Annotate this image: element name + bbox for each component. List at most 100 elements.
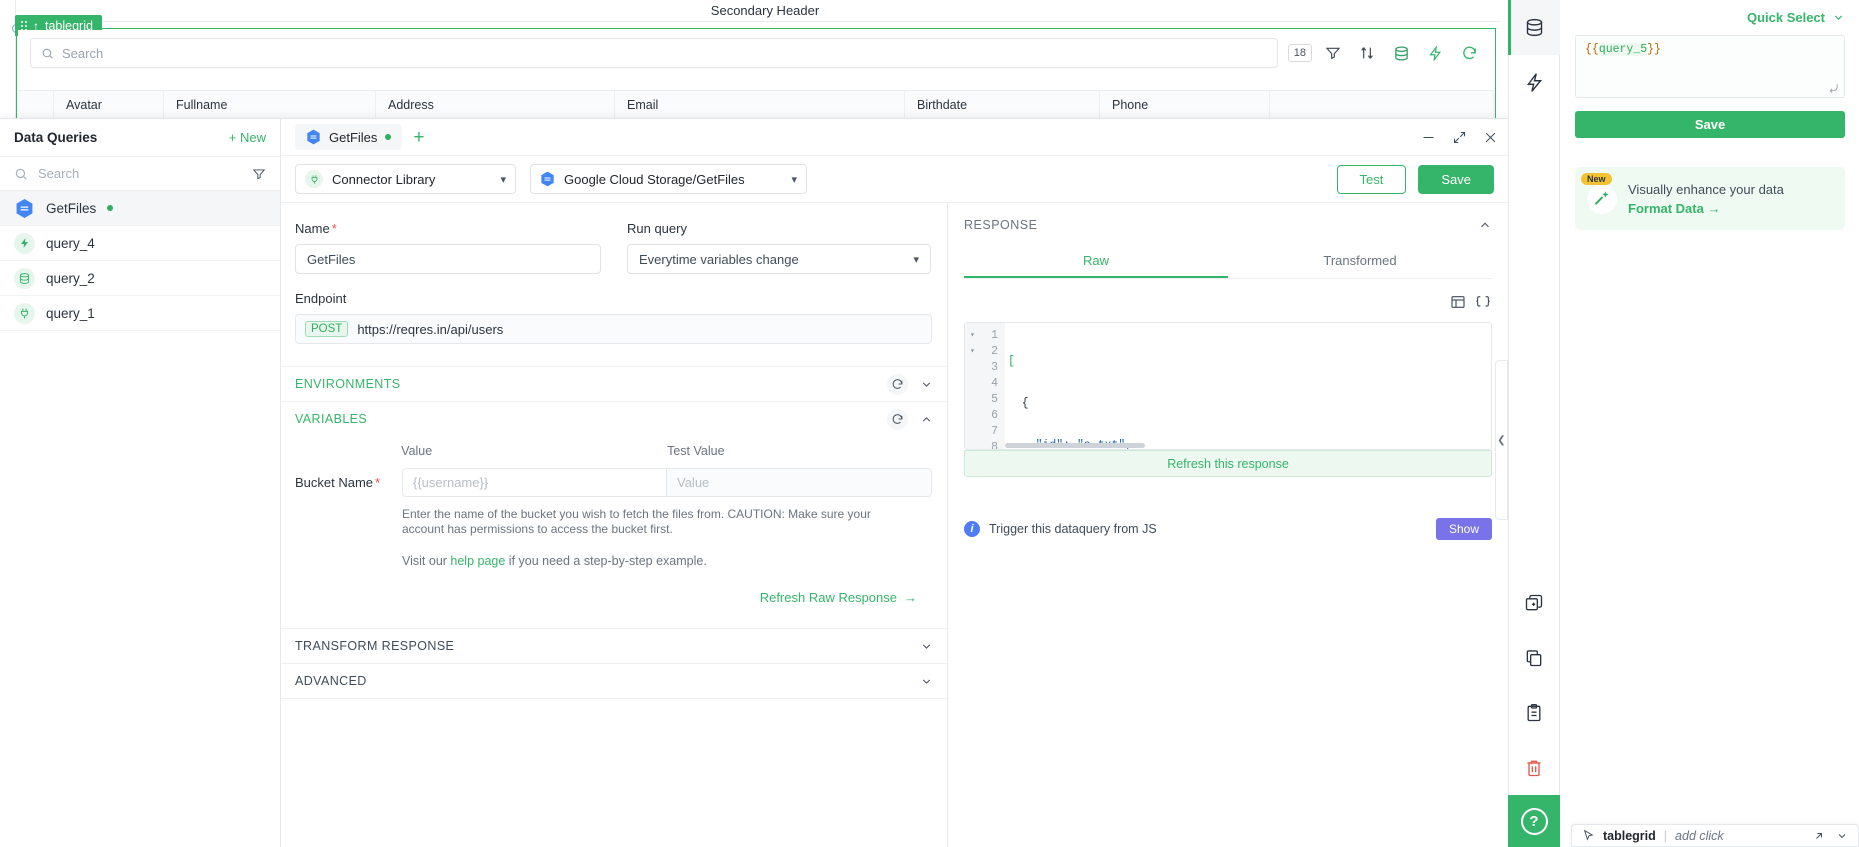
chevron-down-icon: ▾: [913, 253, 919, 266]
inspector-save-button[interactable]: Save: [1575, 111, 1845, 138]
editor-actions: Test Save: [1336, 164, 1494, 194]
paste-icon[interactable]: [1508, 685, 1560, 740]
close-icon[interactable]: [1483, 130, 1498, 145]
sidebar-item-query-1[interactable]: query_1: [0, 296, 280, 331]
filter-icon[interactable]: [1320, 40, 1346, 66]
database-icon: [14, 267, 35, 289]
database-icon[interactable]: [1388, 40, 1414, 66]
section-advanced[interactable]: ADVANCED: [281, 663, 947, 698]
column-header: Birthdate: [905, 91, 1100, 118]
column-header-empty: [1270, 91, 1494, 118]
section-title: TRANSFORM RESPONSE: [295, 639, 455, 654]
tablegrid-search-input[interactable]: Search: [30, 38, 1278, 68]
gutter-line: 6: [991, 409, 998, 422]
trash-icon[interactable]: [1508, 740, 1560, 795]
code-content: [ { "id": "a.txt", "name": "a.txt", "eta…: [1005, 323, 1491, 449]
new-query-button[interactable]: + New: [229, 130, 266, 145]
section-transform-response[interactable]: TRANSFORM RESPONSE: [281, 628, 947, 663]
response-code-viewer[interactable]: ▾1 ▾2 3 4 5 6 7 8 [ { "id":: [964, 322, 1492, 450]
connector-bar: Connector Library ▾ Google Cloud Storage…: [281, 156, 1508, 203]
pointer-icon: [1582, 829, 1595, 842]
add-tab-button[interactable]: +: [406, 128, 431, 147]
plug-icon: [14, 302, 35, 324]
open-external-icon[interactable]: [1813, 830, 1825, 842]
sidebar-item-label: query_4: [46, 235, 95, 251]
query-search-input[interactable]: Search: [38, 166, 242, 181]
panel-collapse-strip[interactable]: ❮: [1495, 360, 1508, 520]
query-manager-panel: Data Queries + New Search GetFiles query…: [0, 118, 1508, 847]
column-header: Avatar: [54, 91, 164, 118]
visit-prefix: Visit our: [402, 554, 451, 569]
quick-select-button[interactable]: Quick Select: [1575, 7, 1845, 27]
column-header: Email: [615, 91, 905, 118]
promo-title: Visually enhance your data: [1628, 181, 1784, 197]
run-query-select[interactable]: Everytime variables change ▾: [626, 244, 931, 274]
query-form: Name * GetFiles Run query Everytime varia…: [281, 203, 948, 847]
variables-header-spacer: [295, 444, 401, 458]
refresh-icon[interactable]: [887, 373, 908, 395]
section-actions: [887, 408, 933, 430]
chevron-down-icon[interactable]: [920, 378, 933, 391]
section-environments[interactable]: ENVIRONMENTS: [281, 366, 947, 401]
help-button[interactable]: ?: [1508, 795, 1560, 847]
chevron-down-icon[interactable]: [1836, 830, 1848, 842]
gutter-line: ▾ 2: [970, 344, 998, 360]
promo-card[interactable]: New Visually enhance your data Format Da…: [1575, 167, 1845, 230]
table-view-icon[interactable]: [1448, 292, 1467, 311]
lightning-icon[interactable]: [1422, 40, 1448, 66]
variables-header-row: Value Test Value: [295, 444, 933, 458]
endpoint-field-group: Endpoint POST https://reqres.in/api/user…: [295, 291, 932, 344]
help-page-link[interactable]: help page: [450, 554, 505, 568]
datasource-select[interactable]: Google Cloud Storage/GetFiles ▾: [530, 164, 807, 194]
name-input[interactable]: GetFiles: [295, 244, 601, 274]
refresh-raw-response-button[interactable]: Refresh Raw Response →: [295, 590, 933, 605]
tab-getfiles[interactable]: GetFiles: [295, 124, 403, 150]
component-event-bar[interactable]: tablegrid | add click: [1571, 824, 1859, 847]
fold-icon[interactable]: ▾: [970, 328, 975, 344]
expand-icon[interactable]: [1452, 130, 1467, 145]
bottom-bar-actions: [1813, 830, 1848, 842]
sidebar-item-getfiles[interactable]: GetFiles: [0, 191, 280, 226]
code-line: {: [1008, 397, 1029, 410]
code-line: [: [1008, 355, 1015, 368]
sidebar-item-query-4[interactable]: query_4: [0, 226, 280, 261]
tab-raw[interactable]: Raw: [964, 246, 1228, 278]
variable-value-input[interactable]: {{username}}: [402, 468, 667, 497]
expression-editor[interactable]: {{query_5}}: [1575, 35, 1845, 98]
test-button[interactable]: Test: [1336, 164, 1407, 194]
column-header: Fullname: [164, 91, 376, 118]
variables-table: Value Test Value Bucket Name * {{username…: [281, 436, 947, 605]
plug-icon: [305, 170, 323, 188]
connector-library-select[interactable]: Connector Library ▾: [295, 164, 516, 194]
database-icon[interactable]: [1508, 0, 1560, 55]
gutter-line: 4: [991, 377, 998, 390]
resize-handle-icon[interactable]: [1828, 82, 1839, 93]
chevron-up-icon[interactable]: [920, 413, 933, 426]
lightning-icon[interactable]: [1508, 55, 1560, 110]
refresh-icon[interactable]: [1456, 40, 1482, 66]
fold-icon[interactable]: ▾: [970, 344, 975, 360]
code-view-icon[interactable]: [1473, 292, 1492, 311]
sort-icon[interactable]: [1354, 40, 1380, 66]
filter-icon[interactable]: [252, 167, 266, 181]
chevron-up-icon[interactable]: [1478, 218, 1492, 232]
duplicate-add-icon[interactable]: [1508, 575, 1560, 630]
save-query-button[interactable]: Save: [1418, 164, 1494, 194]
variable-test-value-input[interactable]: Value: [667, 468, 932, 497]
format-data-link[interactable]: Format Data →: [1628, 201, 1784, 216]
copy-icon[interactable]: [1508, 630, 1560, 685]
sidebar-item-query-2[interactable]: query_2: [0, 261, 280, 296]
lower-sections: TRANSFORM RESPONSE ADVANCED: [281, 628, 947, 700]
tab-transformed[interactable]: Transformed: [1228, 246, 1492, 278]
section-variables[interactable]: VARIABLES: [281, 401, 947, 436]
show-button[interactable]: Show: [1435, 518, 1492, 540]
refresh-this-response-button[interactable]: Refresh this response: [964, 450, 1492, 477]
minimize-icon[interactable]: [1421, 130, 1436, 145]
endpoint-input[interactable]: POST https://reqres.in/api/users: [295, 314, 932, 344]
chevron-down-icon: ▾: [791, 173, 797, 186]
refresh-icon[interactable]: [887, 408, 908, 430]
query-editor-main: GetFiles + Connector Library ▾ Google Cl…: [281, 119, 1508, 847]
horizontal-scrollbar[interactable]: [1005, 443, 1145, 448]
section-title: ENVIRONMENTS: [295, 377, 401, 391]
secondary-header: Secondary Header: [30, 0, 1500, 22]
